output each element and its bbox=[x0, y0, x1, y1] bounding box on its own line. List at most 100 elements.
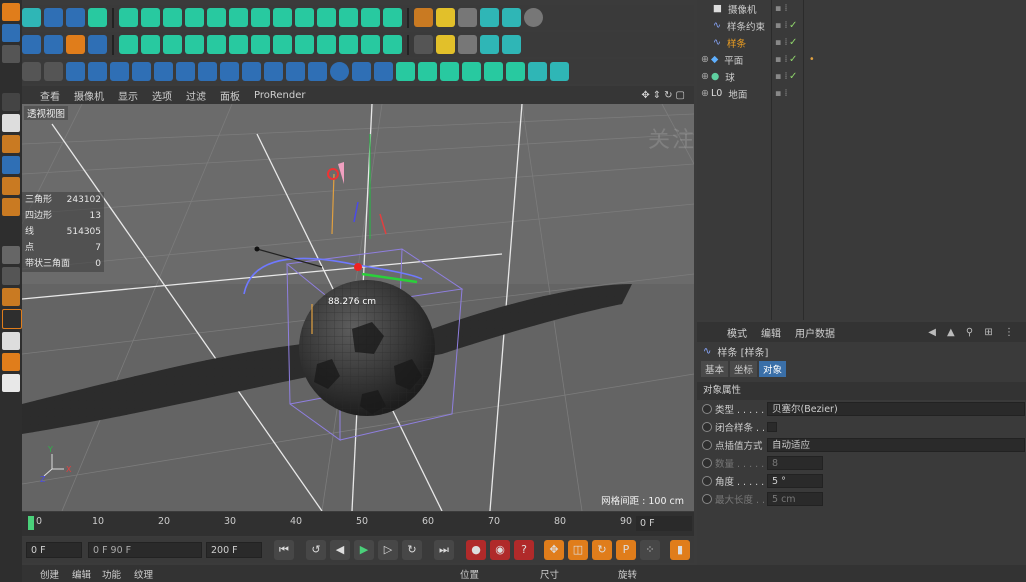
wrap-icon[interactable] bbox=[308, 62, 327, 81]
visibility-dots[interactable]: ▪ ⁞ bbox=[775, 88, 787, 99]
lattice-icon[interactable] bbox=[220, 62, 239, 81]
formula-icon[interactable] bbox=[352, 62, 371, 81]
menu-options[interactable]: 选项 bbox=[152, 88, 172, 103]
snap-icon[interactable] bbox=[2, 288, 20, 306]
checker-icon[interactable] bbox=[2, 114, 20, 132]
key-pla-button[interactable]: ⁘ bbox=[640, 540, 660, 560]
texture-mode-icon[interactable] bbox=[2, 135, 20, 153]
next-frame-button[interactable]: ▷ bbox=[378, 540, 398, 560]
instance-icon[interactable] bbox=[480, 35, 499, 54]
object-row[interactable]: ⊕ ● 球 ▪ ⁞ ✓ bbox=[697, 68, 1026, 85]
close-spline-checkbox[interactable] bbox=[767, 422, 777, 432]
key-param-button[interactable]: P bbox=[616, 540, 636, 560]
shatter-icon[interactable] bbox=[286, 62, 305, 81]
tag-icon[interactable]: • bbox=[809, 54, 815, 65]
boole-icon[interactable] bbox=[502, 8, 521, 27]
enabled-check-icon[interactable]: ✓ bbox=[789, 54, 797, 65]
bulge-icon[interactable] bbox=[88, 62, 107, 81]
timeline-window-button[interactable]: ▮ bbox=[670, 540, 690, 560]
attribute-nav-icons[interactable]: ◀ ▲ ⚲ ⊞ ⋮ bbox=[928, 327, 1018, 338]
ffd-icon[interactable] bbox=[154, 62, 173, 81]
key-rotation-button[interactable]: ↻ bbox=[592, 540, 612, 560]
correction-icon[interactable] bbox=[418, 62, 437, 81]
autokey-button[interactable]: ◉ bbox=[490, 540, 510, 560]
play-button[interactable]: ▶ bbox=[354, 540, 374, 560]
menu-texture[interactable]: 纹理 bbox=[134, 567, 153, 581]
render-icon[interactable] bbox=[2, 45, 20, 63]
twist-icon[interactable] bbox=[66, 62, 85, 81]
coord-icon[interactable] bbox=[22, 62, 41, 81]
menu-filter[interactable]: 过滤 bbox=[186, 88, 206, 103]
volume-effector-icon[interactable] bbox=[295, 35, 314, 54]
picture-viewer-icon[interactable] bbox=[458, 35, 477, 54]
live-select-icon[interactable] bbox=[22, 8, 41, 27]
points-mode-icon[interactable] bbox=[2, 156, 20, 174]
keyframe-help-button[interactable]: ? bbox=[514, 540, 534, 560]
number-field[interactable]: 8 bbox=[767, 456, 823, 470]
melt-icon[interactable] bbox=[264, 62, 283, 81]
key-position-button[interactable]: ✥ bbox=[544, 540, 564, 560]
matrix-icon[interactable] bbox=[141, 8, 160, 27]
go-start-button[interactable]: ⏮ bbox=[274, 540, 294, 560]
interpolation-select[interactable]: 自动适应 bbox=[767, 438, 1025, 452]
area-light-icon[interactable] bbox=[436, 35, 455, 54]
model-mode-icon[interactable] bbox=[2, 93, 20, 111]
menu-create[interactable]: 创建 bbox=[40, 567, 59, 581]
scale-tool-icon[interactable] bbox=[2, 24, 20, 42]
magnet-icon[interactable] bbox=[2, 353, 20, 371]
menu-edit[interactable]: 编辑 bbox=[761, 325, 781, 340]
fracture2-icon[interactable] bbox=[119, 35, 138, 54]
smoothing-icon[interactable] bbox=[396, 62, 415, 81]
group-effector-icon[interactable] bbox=[339, 35, 358, 54]
object-row[interactable]: ∿ 样条约束 ▪ ⁞ ✓ bbox=[697, 17, 1026, 34]
keyframe-dot[interactable] bbox=[702, 476, 712, 486]
formula-effector-icon[interactable] bbox=[361, 8, 380, 27]
collision-icon[interactable] bbox=[528, 62, 547, 81]
keyframe-dot[interactable] bbox=[702, 422, 712, 432]
frame-range-slider[interactable]: 0 F 90 F bbox=[88, 542, 202, 558]
material-icon[interactable] bbox=[414, 8, 433, 27]
tab-basic[interactable]: 基本 bbox=[701, 361, 729, 377]
taper-icon[interactable] bbox=[132, 62, 151, 81]
enabled-check-icon[interactable]: ✓ bbox=[789, 71, 797, 82]
visibility-dots[interactable]: ▪ ⁞ bbox=[775, 20, 787, 31]
voronoi-icon[interactable] bbox=[229, 8, 248, 27]
rotate-icon[interactable] bbox=[44, 8, 63, 27]
menu-panel[interactable]: 面板 bbox=[220, 88, 240, 103]
sphere-tool-icon[interactable] bbox=[22, 35, 41, 54]
connect-icon[interactable] bbox=[502, 35, 521, 54]
object-row[interactable]: ∿ 样条 ▪ ⁞ ✓ bbox=[697, 34, 1026, 51]
type-select[interactable]: 贝塞尔(Bezier) bbox=[767, 402, 1025, 416]
perspective-viewport[interactable]: Y X Z 透视视图 三角形 243102 四边形 13 线 514305 点7 带状… bbox=[22, 104, 694, 511]
push-apart-icon[interactable] bbox=[163, 35, 182, 54]
move-tool-icon[interactable] bbox=[2, 3, 20, 21]
menu-camera[interactable]: 摄像机 bbox=[74, 88, 104, 103]
squash-icon[interactable] bbox=[198, 62, 217, 81]
axis-icon[interactable] bbox=[2, 246, 20, 264]
plain-effector-icon[interactable] bbox=[295, 8, 314, 27]
shader-effector-icon[interactable] bbox=[317, 8, 336, 27]
view-label[interactable]: 透视视图 bbox=[24, 106, 69, 120]
camera-deformer-icon[interactable] bbox=[506, 62, 525, 81]
viewport-nav-icons[interactable]: ✥⇕↻▢ bbox=[641, 90, 688, 101]
shear-icon[interactable] bbox=[110, 62, 129, 81]
object-row[interactable]: ■ 摄像机 ▪ ⁞ bbox=[697, 0, 1026, 17]
text-deformer-icon[interactable] bbox=[484, 62, 503, 81]
end-frame-field[interactable]: 200 F bbox=[206, 542, 262, 558]
play-forward-icon[interactable] bbox=[66, 8, 85, 27]
visibility-dots[interactable]: ▪ ⁞ bbox=[775, 54, 787, 65]
delay-effector-icon[interactable] bbox=[339, 8, 358, 27]
object-row[interactable]: ⊕ L0 地面 ▪ ⁞ bbox=[697, 85, 1026, 102]
random-effector-icon[interactable] bbox=[273, 8, 292, 27]
enable-icon[interactable] bbox=[2, 267, 20, 285]
tab-coord[interactable]: 坐标 bbox=[730, 361, 758, 377]
menu-view[interactable]: 查看 bbox=[40, 88, 60, 103]
spline-effector-icon[interactable] bbox=[229, 35, 248, 54]
angle-field[interactable]: 5 ° bbox=[767, 474, 823, 488]
tab-object[interactable]: 对象 bbox=[759, 361, 787, 377]
edges-mode-icon[interactable] bbox=[2, 177, 20, 195]
generator-icon[interactable] bbox=[88, 35, 107, 54]
render-settings-icon[interactable] bbox=[66, 35, 85, 54]
fracture-icon[interactable] bbox=[163, 8, 182, 27]
timeline-ruler[interactable]: 0 10 20 30 40 50 60 70 80 90 0 F bbox=[22, 512, 694, 536]
